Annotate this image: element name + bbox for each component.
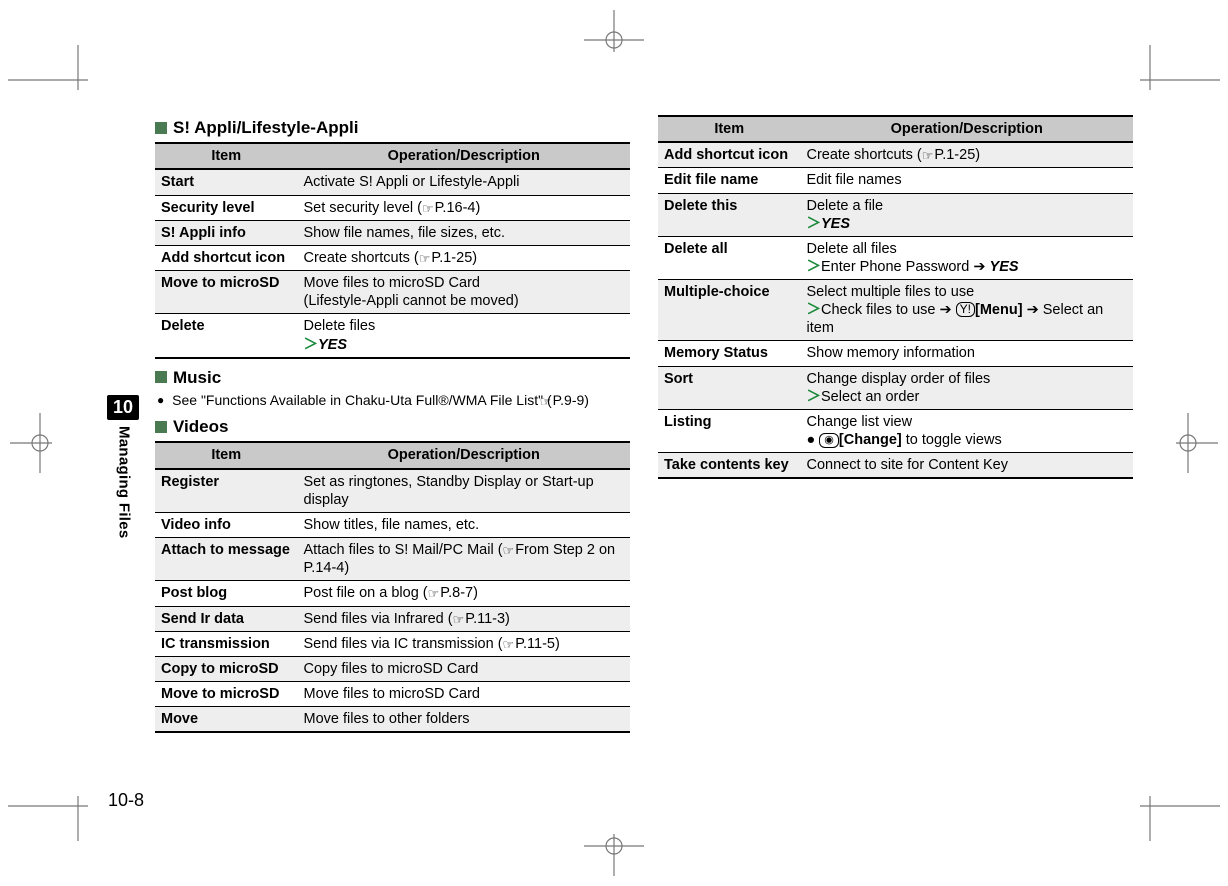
table-head-item: Item (658, 116, 801, 142)
table-head-item: Item (155, 143, 298, 169)
chevron-icon: ＞ (304, 337, 319, 353)
page-ref-icon: ☞ (503, 543, 515, 559)
table-head-op: Operation/Description (801, 116, 1134, 142)
section-title: Videos (173, 416, 228, 437)
registration-mark-bottom (584, 834, 644, 876)
table-row: Delete Delete files＞YES (155, 314, 630, 358)
chevron-icon: ＞ (807, 389, 822, 405)
chevron-icon: ＞ (807, 302, 822, 318)
table-row: Listing Change list view● ◉[Change] to t… (658, 409, 1133, 452)
crop-mark-bl (8, 796, 98, 841)
page-ref-icon: ☞ (503, 637, 515, 653)
table-row: Edit file nameEdit file names (658, 168, 1133, 193)
registration-mark-right (1176, 413, 1218, 473)
registration-mark-top (584, 10, 644, 52)
table-row: Move to microSD Move files to microSD Ca… (155, 271, 630, 314)
page-ref-icon: ☞ (428, 586, 440, 602)
table-row: Add shortcut icon Create shortcuts (☞P.1… (658, 142, 1133, 168)
table-row: Video infoShow titles, file names, etc. (155, 512, 630, 537)
section-heading-videos: Videos (155, 416, 630, 437)
page-ref-icon: ☞ (422, 201, 434, 217)
videos-table: Item Operation/Description RegisterSet a… (155, 441, 630, 733)
table-row: Delete all Delete all files＞Enter Phone … (658, 236, 1133, 279)
table-head-op: Operation/Description (298, 143, 631, 169)
table-row: Add shortcut icon Create shortcuts (☞P.1… (155, 245, 630, 270)
table-row: Attach to message Attach files to S! Mai… (155, 537, 630, 580)
table-row: IC transmission Send files via IC transm… (155, 631, 630, 656)
table-row: RegisterSet as ringtones, Standby Displa… (155, 469, 630, 513)
square-bullet-icon (155, 122, 167, 134)
chapter-tab: 10 Managing Files (103, 395, 143, 543)
table-head-item: Item (155, 442, 298, 468)
chevron-icon: ＞ (807, 259, 822, 275)
softkey-icon: Y! (956, 302, 975, 317)
crop-mark-br (1130, 796, 1220, 841)
music-note: ● See "Functions Available in Chaku-Uta … (155, 392, 630, 410)
camera-key-icon: ◉ (819, 433, 839, 448)
square-bullet-icon (155, 371, 167, 383)
section-heading-music: Music (155, 367, 630, 388)
table-row: Take contents keyConnect to site for Con… (658, 453, 1133, 479)
section-title: Music (173, 367, 221, 388)
table-row: Multiple-choice Select multiple files to… (658, 280, 1133, 341)
table-row: Send Ir data Send files via Infrared (☞P… (155, 606, 630, 631)
bullet-icon: ● (807, 432, 816, 448)
table-row: Post blog Post file on a blog (☞P.8-7) (155, 581, 630, 606)
crop-mark-tr (1130, 45, 1220, 90)
table-row: Copy to microSDCopy files to microSD Car… (155, 657, 630, 682)
chapter-number: 10 (107, 395, 139, 420)
table-row: Security level Set security level (☞P.16… (155, 195, 630, 220)
page-ref-icon: ☞ (922, 148, 934, 164)
square-bullet-icon (155, 421, 167, 433)
chevron-icon: ＞ (807, 216, 822, 232)
arrow-icon: ➔ (1027, 302, 1039, 318)
table-head-op: Operation/Description (298, 442, 631, 468)
chapter-title: Managing Files (114, 426, 133, 539)
table-row: Delete this Delete a file＞YES (658, 193, 1133, 236)
crop-mark-tl (8, 45, 98, 90)
arrow-icon: ➔ (939, 302, 951, 318)
bullet-icon: ● (157, 393, 164, 407)
page-number: 10-8 (108, 789, 144, 812)
page-ref-icon: ☞ (419, 251, 431, 267)
section-heading-appli: S! Appli/Lifestyle-Appli (155, 117, 630, 138)
table-row: StartActivate S! Appli or Lifestyle-Appl… (155, 169, 630, 195)
registration-mark-left (10, 413, 52, 473)
page-ref-icon: ☞ (453, 612, 465, 628)
table-row: Sort Change display order of files＞Selec… (658, 366, 1133, 409)
right-table: Item Operation/Description Add shortcut … (658, 115, 1133, 479)
table-row: S! Appli infoShow file names, file sizes… (155, 220, 630, 245)
table-row: Memory StatusShow memory information (658, 341, 1133, 366)
arrow-icon: ➔ (973, 259, 985, 275)
section-title: S! Appli/Lifestyle-Appli (173, 117, 358, 138)
table-row: MoveMove files to other folders (155, 707, 630, 733)
appli-table: Item Operation/Description StartActivate… (155, 142, 630, 358)
table-row: Move to microSDMove files to microSD Car… (155, 682, 630, 707)
